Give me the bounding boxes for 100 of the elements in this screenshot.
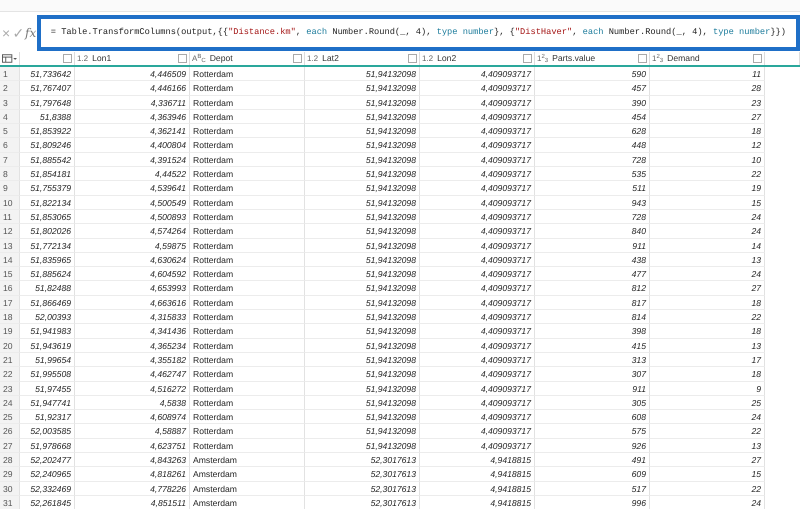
table-cell: 51,94132098 <box>305 338 420 353</box>
row-number: 11 <box>0 210 20 224</box>
table-cell: 52,261845 <box>20 496 75 509</box>
table-cell: 52,00393 <box>20 310 75 324</box>
table-cell: 52,3017613 <box>305 467 420 482</box>
column-header[interactable]: Lon1 <box>92 52 112 65</box>
table-cell: 517 <box>535 482 650 496</box>
column-header[interactable]: Demand <box>667 52 700 65</box>
table-cell: 51,802026 <box>20 224 75 239</box>
table-cell: 51,943619 <box>20 338 75 353</box>
table-cell: 4,446509 <box>75 67 190 82</box>
table-cell: 51,94132098 <box>305 224 420 239</box>
table-cell: 27 <box>650 281 765 296</box>
formula-text[interactable]: = Table.TransformColumns(output,{{"Distance.km", each Number.Round(_, 4), type number}, {"DistHaver", each Number.Round(_, 4), type number}}) <box>50 26 786 40</box>
table-cell: 313 <box>535 352 650 368</box>
table-cell: 812 <box>535 281 650 296</box>
table-cell: 22 <box>650 482 765 496</box>
column-header[interactable]: Depot <box>210 52 233 65</box>
table-cell: 398 <box>535 324 650 339</box>
table-cell: Rotterdam <box>190 324 305 339</box>
table-cell: 4,315833 <box>75 310 190 324</box>
row-number: 8 <box>0 167 20 182</box>
table-cell: 4,44522 <box>75 167 190 182</box>
table-cell: 51,94132098 <box>305 396 420 410</box>
filter-dropdown-icon[interactable] <box>178 54 187 63</box>
table-cell: 511 <box>535 181 650 196</box>
table-cell: 4,574264 <box>75 224 190 239</box>
table-cell: 4,409093717 <box>420 296 535 310</box>
table-cell: 814 <box>535 310 650 324</box>
table-cell: 51,94132098 <box>305 352 420 368</box>
filter-dropdown-icon[interactable] <box>638 54 647 63</box>
column-header[interactable]: Lat2 <box>322 52 339 65</box>
filter-dropdown-icon[interactable] <box>63 54 72 63</box>
table-cell: Rotterdam <box>190 410 305 424</box>
filter-dropdown-icon[interactable] <box>408 54 417 63</box>
table-cell: 51,82488 <box>20 281 75 296</box>
filter-dropdown-icon[interactable] <box>523 54 532 63</box>
table-cell: 51,94132098 <box>305 96 420 110</box>
row-number: 30 <box>0 482 20 496</box>
table-cell: 51,94132098 <box>305 138 420 153</box>
table-cell: Rotterdam <box>190 281 305 296</box>
table-cell: 51,94132098 <box>305 152 420 168</box>
table-cell: 911 <box>535 238 650 253</box>
table-cell: 51,94132098 <box>305 110 420 124</box>
row-number: 31 <box>0 496 20 509</box>
row-number: 6 <box>0 138 20 153</box>
table-cell: 51,767407 <box>20 81 75 96</box>
table-cell: 4,843263 <box>75 453 190 468</box>
table-cell: 4,409093717 <box>420 224 535 239</box>
table-cell: 4,9418815 <box>420 482 535 496</box>
table-cell: 51,94132098 <box>305 310 420 324</box>
row-number: 10 <box>0 196 20 210</box>
table-cell: 415 <box>535 338 650 353</box>
table-cell: Rotterdam <box>190 296 305 310</box>
table-cell: 51,94132098 <box>305 367 420 382</box>
column-header[interactable]: Lon2 <box>437 52 456 65</box>
table-cell: 4,409093717 <box>420 210 535 224</box>
table-cell: Rotterdam <box>190 396 305 410</box>
row-number: 14 <box>0 252 20 268</box>
table-cell: 4,409093717 <box>420 196 535 210</box>
table-cell: 11 <box>650 67 765 82</box>
table-cell: 51,835965 <box>20 252 75 268</box>
filter-dropdown-icon[interactable] <box>293 54 302 63</box>
table-cell: 4,663616 <box>75 296 190 310</box>
column-type-label: 1.2 <box>307 52 318 64</box>
table-cell: Rotterdam <box>190 81 305 96</box>
table-cell: 454 <box>535 110 650 124</box>
row-number: 27 <box>0 438 20 454</box>
table-cell: 24 <box>650 224 765 239</box>
table-cell: 51,733642 <box>20 67 75 82</box>
table-cell: 51,885542 <box>20 152 75 168</box>
table-cell: 51,885624 <box>20 267 75 282</box>
table-cell: 4,500549 <box>75 196 190 210</box>
table-cell: Rotterdam <box>190 152 305 168</box>
filter-dropdown-icon[interactable] <box>753 54 762 63</box>
table-cell: 24 <box>650 267 765 282</box>
table-cell: 438 <box>535 252 650 268</box>
table-cell: 4,409093717 <box>420 267 535 282</box>
table-cell: 4,355182 <box>75 352 190 368</box>
row-number: 15 <box>0 267 20 282</box>
table-cell: 307 <box>535 367 650 382</box>
table-cell: 477 <box>535 267 650 282</box>
table-cell: 4,409093717 <box>420 410 535 424</box>
table-cell: 4,818261 <box>75 467 190 482</box>
table-cell: 4,409093717 <box>420 310 535 324</box>
table-cell: 4,409093717 <box>420 181 535 196</box>
function-button[interactable]: fx <box>24 24 37 42</box>
table-cell: 608 <box>535 410 650 424</box>
row-number: 21 <box>0 352 20 368</box>
table-cell: 51,97455 <box>20 382 75 396</box>
table-cell: 491 <box>535 453 650 468</box>
table-cell: 4,409093717 <box>420 352 535 368</box>
column-header[interactable]: Parts.value <box>552 52 596 65</box>
table-cell: 4,58887 <box>75 424 190 439</box>
table-cell: Rotterdam <box>190 238 305 253</box>
table-cell: 575 <box>535 424 650 439</box>
table-cell: 51,94132098 <box>305 81 420 96</box>
row-number: 29 <box>0 467 20 482</box>
table-cell: 51,822134 <box>20 196 75 210</box>
table-menu-icon[interactable] <box>2 54 17 63</box>
